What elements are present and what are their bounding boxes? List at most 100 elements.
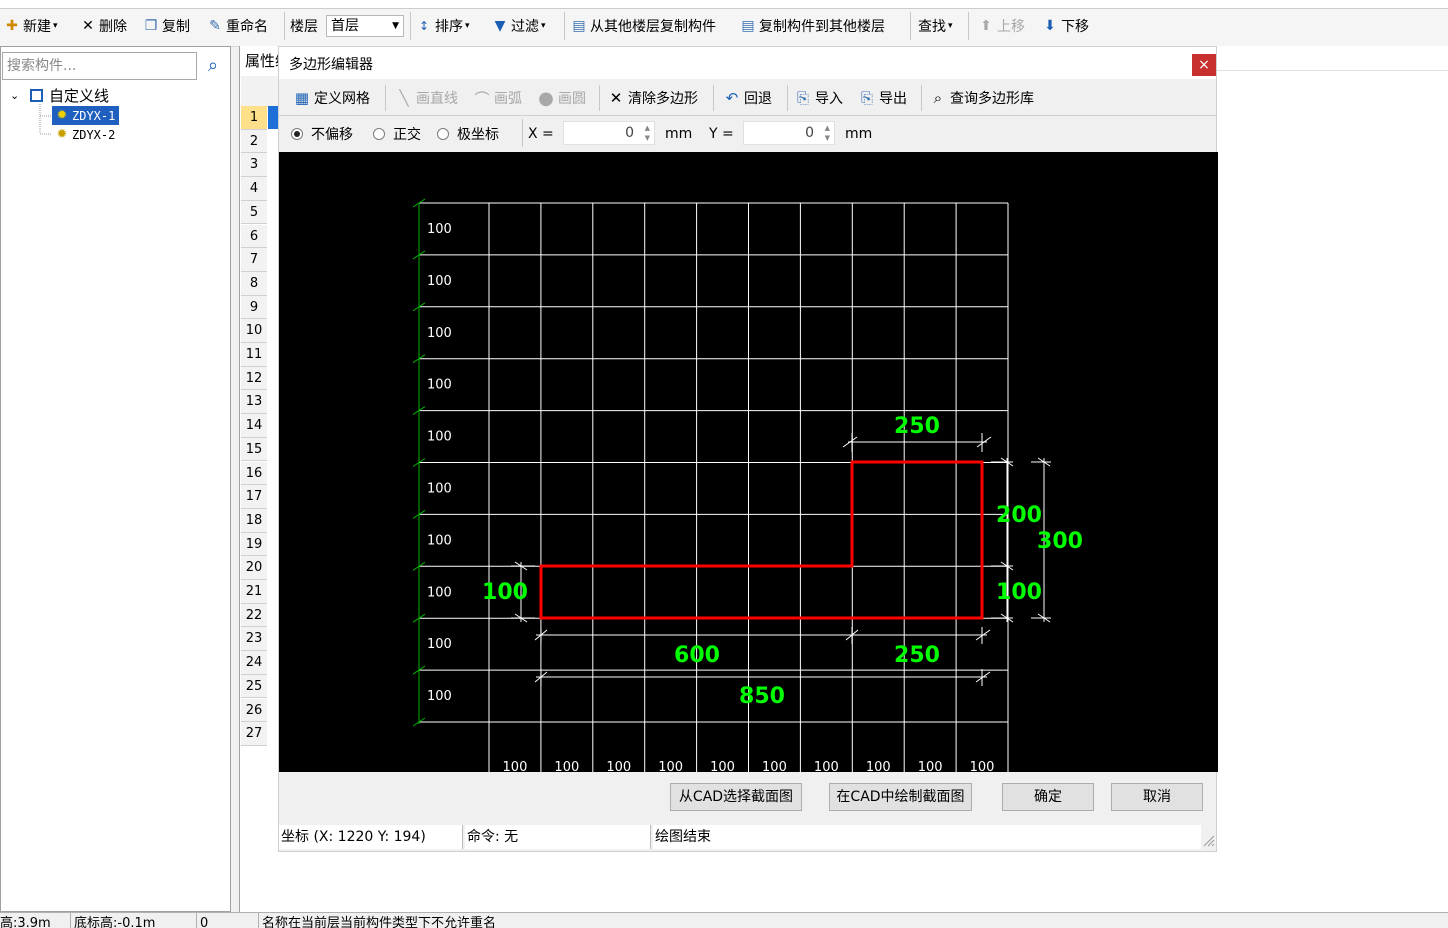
line-icon: ╲	[399, 89, 409, 107]
row-number[interactable]: 26	[241, 698, 267, 723]
copy-to-other-floor-button[interactable]: ▤ 复制构件到其他楼层	[740, 14, 885, 38]
move-up-button[interactable]: ⬆ 上移	[978, 14, 1025, 38]
row-number[interactable]: 17	[241, 485, 267, 509]
row-number[interactable]: 19	[241, 532, 267, 557]
main-toolbar: ✚ 新建 ▾ ✕ 删除 ❐ 复制 ✎ 重命名 楼层 首层 ▼ ↕ 排序 ▾ ▼ 过滤…	[0, 0, 1448, 47]
app-status-bar: 高:3.9m 底标高:-0.1m 0 名称在当前层当前构件类型下不允许重名	[0, 912, 1448, 928]
row-number[interactable]: 14	[241, 414, 267, 438]
rename-button[interactable]: ✎ 重命名	[207, 14, 268, 38]
grid-column-label: 100	[710, 760, 735, 772]
row-number[interactable]: 21	[241, 580, 267, 604]
chevron-down-icon: ▾	[53, 21, 58, 31]
draw-line-button[interactable]: ╲ 画直线	[395, 86, 458, 110]
custom-line-icon	[30, 89, 43, 102]
search-input[interactable]: 搜索构件...	[2, 52, 197, 80]
row-number[interactable]: 15	[241, 437, 267, 462]
ok-button[interactable]: 确定	[1002, 783, 1094, 811]
row-number[interactable]: 8	[241, 271, 267, 296]
filter-button[interactable]: ▼ 过滤 ▾	[492, 14, 546, 38]
export-button[interactable]: ⎘ 导出	[858, 86, 907, 110]
row-number[interactable]: 16	[241, 461, 267, 486]
x-coordinate-input[interactable]: 0 ▲ ▼	[563, 121, 655, 145]
row-number[interactable]: 5	[241, 200, 267, 225]
row-number[interactable]: 22	[241, 603, 267, 628]
delete-button[interactable]: ✕ 删除	[80, 14, 127, 38]
y-unit: mm	[845, 122, 872, 146]
polygon-drawing-canvas[interactable]: 100 100 100 100 100 100 100 100 100 100 100 100 100…	[279, 152, 1218, 772]
magnifier-icon: ⌕	[933, 89, 943, 107]
row-number[interactable]: 25	[241, 674, 267, 699]
define-grid-button[interactable]: ▦ 定义网格	[293, 86, 370, 110]
move-up-label: 上移	[997, 19, 1025, 35]
orthogonal-label: 正交	[393, 127, 421, 143]
copy-button[interactable]: ❐ 复制	[143, 14, 190, 38]
spinner-arrows-icon[interactable]: ▲ ▼	[825, 123, 830, 143]
resize-grip-icon[interactable]	[1201, 833, 1215, 847]
chevron-down-icon: ▼	[392, 21, 399, 31]
sort-button[interactable]: ↕ 排序 ▾	[416, 14, 470, 38]
dimension-top-width: 250	[894, 414, 940, 439]
filter-icon: ▼	[494, 18, 506, 34]
find-button[interactable]: 查找 ▾	[918, 14, 953, 38]
copy-to-other-label: 复制构件到其他楼层	[759, 19, 885, 35]
row-number[interactable]: 1	[241, 106, 267, 130]
row-number[interactable]: 18	[241, 508, 267, 533]
search-icon[interactable]: ⌕	[199, 52, 227, 80]
clear-polygon-label: 清除多边形	[628, 91, 698, 107]
delete-icon: ✕	[82, 18, 94, 34]
collapse-icon[interactable]: ⌄	[10, 89, 24, 102]
chevron-down-icon: ▾	[541, 21, 546, 31]
draw-in-cad-button[interactable]: 在CAD中绘制截面图	[829, 783, 972, 811]
orthogonal-radio[interactable]: 正交	[373, 122, 421, 146]
query-polygon-library-button[interactable]: ⌕ 查询多边形库	[929, 86, 1034, 110]
row-number[interactable]: 27	[241, 722, 267, 746]
row-number[interactable]: 2	[241, 129, 267, 154]
row-number[interactable]: 20	[241, 556, 267, 580]
selected-row-marker	[268, 106, 278, 129]
tree-root-custom-line[interactable]: ⌄ 自定义线	[10, 86, 109, 105]
undo-button[interactable]: ↶ 回退	[723, 86, 772, 110]
move-down-button[interactable]: ⬇ 下移	[1042, 14, 1089, 38]
row-number[interactable]: 10	[241, 319, 267, 343]
close-button[interactable]: ×	[1192, 54, 1216, 76]
copy-from-other-label: 从其他楼层复制构件	[590, 19, 716, 35]
cancel-button[interactable]: 取消	[1111, 783, 1203, 811]
row-number[interactable]: 11	[241, 343, 267, 367]
draw-arc-button[interactable]: ⌒ 画弧	[473, 86, 522, 110]
row-number[interactable]: 12	[241, 366, 267, 391]
y-coordinate-input[interactable]: 0 ▲ ▼	[743, 121, 835, 145]
delete-label: 删除	[99, 19, 127, 35]
tree-item-zdyx-1[interactable]: ✹ ZDYX-1	[52, 106, 120, 125]
no-offset-radio[interactable]: 不偏移	[291, 122, 353, 146]
select-from-cad-button[interactable]: 从CAD选择截面图	[670, 783, 802, 811]
draw-circle-button[interactable]: ● 画圆	[537, 86, 586, 110]
new-button[interactable]: ✚ 新建 ▾	[4, 14, 58, 38]
dimension-right-outer: 300	[1037, 529, 1083, 554]
row-number[interactable]: 7	[241, 248, 267, 272]
polar-radio[interactable]: 极坐标	[437, 122, 499, 146]
row-number[interactable]: 3	[241, 153, 267, 178]
import-button[interactable]: ⎘ 导入	[794, 86, 843, 110]
row-number[interactable]: 23	[241, 627, 267, 652]
coordinates-readout: 坐标 (X: 1220 Y: 194)	[279, 825, 463, 849]
filter-label: 过滤	[511, 19, 539, 35]
row-number[interactable]: 24	[241, 651, 267, 675]
copy-from-floor-icon: ▤	[572, 18, 586, 34]
y-value: 0	[805, 125, 814, 141]
row-number[interactable]: 6	[241, 224, 267, 249]
clear-polygon-button[interactable]: ✕ 清除多边形	[607, 86, 698, 110]
drawing-svg[interactable]: 100100100100100100100100100100 100 100 100…	[279, 152, 1218, 772]
tree-item-zdyx-2[interactable]: ✹ ZDYX-2	[52, 125, 116, 144]
row-number[interactable]: 13	[241, 390, 267, 415]
dialog-status-bar: 坐标 (X: 1220 Y: 194) 命令: 无 绘图结束	[279, 825, 1216, 851]
copy-from-other-floor-button[interactable]: ▤ 从其他楼层复制构件	[571, 14, 716, 38]
row-number[interactable]: 4	[241, 177, 267, 201]
row-number[interactable]: 9	[241, 295, 267, 320]
floor-select[interactable]: 首层 ▼	[326, 15, 404, 37]
tree-connector-lines	[39, 104, 52, 135]
dimension-bottom-right: 250	[894, 643, 940, 668]
y-label: Y =	[709, 122, 734, 146]
dimension-bottom-left: 600	[674, 643, 720, 668]
spinner-arrows-icon[interactable]: ▲ ▼	[645, 123, 650, 143]
move-down-label: 下移	[1061, 19, 1089, 35]
